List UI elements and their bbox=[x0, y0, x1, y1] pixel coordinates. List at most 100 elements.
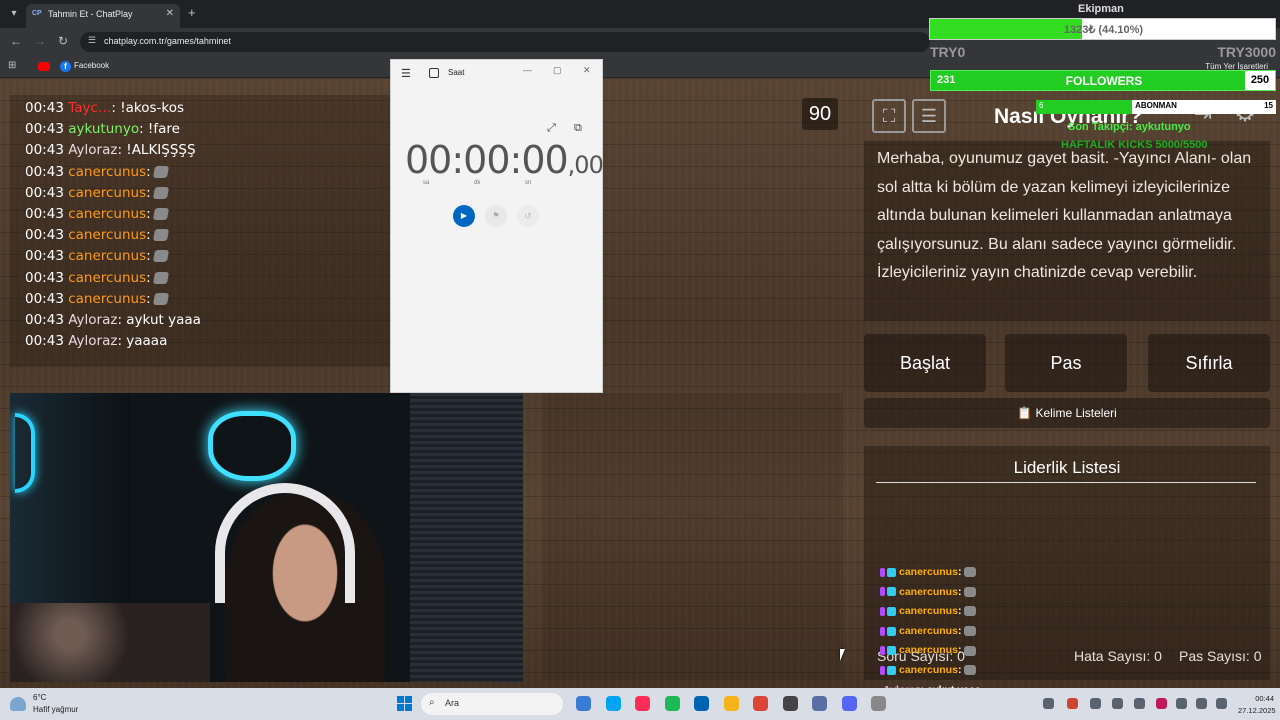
tray-app-icon[interactable] bbox=[1112, 698, 1123, 709]
overlay-chat-username: canercunus bbox=[899, 664, 958, 676]
lap-flag-button[interactable]: ⚑ bbox=[485, 205, 507, 227]
taskbar-search[interactable]: ⌕ Ara bbox=[421, 693, 563, 715]
chat-username[interactable]: canercunus bbox=[68, 248, 146, 264]
youtube-icon[interactable] bbox=[38, 62, 50, 71]
taskbar-app-icon[interactable] bbox=[723, 696, 739, 711]
chat-time: 00:43 bbox=[25, 333, 64, 350]
chat-message: 00:43 Ayloraz: aykut yaaa bbox=[25, 312, 201, 328]
chat-username[interactable]: Ayloraz bbox=[68, 333, 117, 349]
webcam-bed bbox=[10, 603, 210, 682]
badge-icon bbox=[887, 646, 896, 656]
overlay-chat-text: : bbox=[957, 566, 962, 578]
tray-app-icon[interactable] bbox=[1067, 698, 1078, 709]
emote-icon bbox=[152, 165, 169, 178]
reset-button[interactable]: Sıfırla bbox=[1148, 334, 1270, 392]
taskbar-app-icon[interactable] bbox=[694, 696, 709, 711]
stopwatch-ms: ,00 bbox=[567, 151, 604, 179]
chat-username[interactable]: Ayloraz bbox=[68, 312, 117, 328]
chat-text: : !ALKIŞŞŞŞ bbox=[117, 142, 196, 159]
pass-button[interactable]: Pas bbox=[1005, 334, 1127, 392]
taskbar-app-icon[interactable] bbox=[664, 696, 680, 711]
microphone-icon[interactable] bbox=[1176, 698, 1187, 709]
followers-bar: 231 FOLLOWERS 250 bbox=[930, 70, 1276, 91]
url-field[interactable]: ☰ chatplay.com.tr/games/tahminet bbox=[80, 32, 930, 52]
browser-tab[interactable]: CP Tahmin Et - ChatPlay ✕ bbox=[26, 4, 180, 28]
weather-temp[interactable]: 6°C bbox=[33, 693, 46, 702]
taskbar-app-icon[interactable] bbox=[871, 696, 886, 711]
clock-window[interactable]: ☰ Saat — ▢ ✕ ⤢ ⧉ 00:00:00,00 sa dk sn ▶ … bbox=[390, 59, 604, 393]
chat-username[interactable]: Ayloraz bbox=[68, 142, 117, 158]
badge-icon bbox=[887, 587, 896, 597]
sub-target: 15 bbox=[1264, 101, 1273, 110]
facebook-icon[interactable]: f bbox=[60, 61, 71, 72]
chat-username[interactable]: canercunus bbox=[68, 206, 146, 222]
tray-app-icon[interactable] bbox=[1134, 698, 1145, 709]
badge-icon bbox=[880, 646, 885, 656]
close-icon[interactable]: ✕ bbox=[583, 65, 591, 76]
unit-minutes: dk bbox=[474, 180, 481, 186]
taskbar-app-icon[interactable] bbox=[635, 696, 650, 711]
tray-app-icon[interactable] bbox=[1090, 698, 1101, 709]
menu-icon[interactable]: ☰ bbox=[401, 67, 411, 80]
taskbar-app-icon[interactable] bbox=[782, 696, 798, 711]
weekly-kicks: HAFTALIK KICKS 5000/5500 bbox=[1061, 139, 1208, 151]
keep-on-top-icon[interactable]: ⧉ bbox=[574, 122, 582, 135]
apps-grid-icon[interactable]: ⊞ bbox=[8, 60, 16, 71]
taskbar-app-icon[interactable] bbox=[812, 696, 827, 711]
start-button[interactable]: Başlat bbox=[864, 334, 986, 392]
url-text: chatplay.com.tr/games/tahminet bbox=[104, 36, 231, 46]
minimize-icon[interactable]: — bbox=[523, 65, 532, 75]
chat-username[interactable]: canercunus bbox=[68, 270, 146, 286]
goal-max: TRY3000 bbox=[1217, 44, 1276, 60]
stopwatch-main: 00:00:00 bbox=[405, 138, 569, 182]
expand-icon[interactable]: ⤢ bbox=[547, 122, 556, 135]
forward-icon[interactable]: → bbox=[34, 34, 46, 48]
clock-app-icon bbox=[429, 68, 439, 78]
maximize-icon[interactable]: ▢ bbox=[553, 65, 562, 76]
subscriber-bar: 6 ABONMAN 15 bbox=[1036, 100, 1276, 114]
goal-label: Ekipman bbox=[1078, 3, 1124, 15]
tray-app-icon[interactable] bbox=[1156, 698, 1167, 709]
chat-text: : !akos-kos bbox=[111, 100, 185, 116]
overlay-chat-text: : bbox=[957, 644, 962, 657]
reload-icon[interactable]: ↻ bbox=[58, 34, 68, 48]
taskbar-clock[interactable]: 00:44 27.12.2025 bbox=[1238, 693, 1276, 717]
chat-username[interactable]: canercunus bbox=[68, 227, 146, 243]
wifi-icon[interactable] bbox=[1216, 698, 1227, 709]
chatplay-favicon-icon: CP bbox=[32, 10, 42, 17]
chat-time: 00:43 bbox=[25, 206, 64, 222]
tab-title: Tahmin Et - ChatPlay bbox=[48, 9, 133, 19]
taskbar-app-icon[interactable] bbox=[576, 696, 591, 711]
new-tab-icon[interactable]: + bbox=[188, 5, 196, 20]
chat-username[interactable]: canercunus bbox=[68, 164, 146, 180]
windows-start-icon[interactable] bbox=[397, 696, 412, 711]
emote-icon bbox=[964, 606, 977, 617]
weather-condition[interactable]: Hafif yağmur bbox=[33, 705, 78, 714]
notes-icon[interactable]: ☰ bbox=[912, 99, 946, 133]
site-info-icon[interactable]: ☰ bbox=[88, 35, 96, 46]
back-icon[interactable]: ← bbox=[10, 34, 22, 48]
chat-username[interactable]: Tayc… bbox=[68, 100, 111, 116]
weather-icon[interactable] bbox=[10, 697, 26, 711]
fullscreen-icon[interactable]: ⛶ bbox=[872, 99, 906, 133]
word-lists-button[interactable]: 📋 Kelime Listeleri bbox=[864, 398, 1270, 428]
clock-date: 27.12.2025 bbox=[1238, 706, 1276, 715]
overlay-chat-username: canercunus bbox=[899, 644, 958, 657]
chat-username[interactable]: canercunus bbox=[68, 185, 146, 201]
close-tab-icon[interactable]: ✕ bbox=[166, 8, 174, 19]
taskbar-app-icon[interactable] bbox=[753, 696, 768, 711]
chat-username[interactable]: canercunus bbox=[68, 291, 146, 307]
badge-icon bbox=[880, 587, 885, 597]
bookmark-facebook[interactable]: Facebook bbox=[74, 61, 109, 70]
taskbar-app-icon[interactable] bbox=[605, 696, 621, 711]
tray-app-icon[interactable] bbox=[1043, 698, 1054, 709]
chat-username[interactable]: aykutunyo bbox=[68, 121, 139, 137]
volume-icon[interactable] bbox=[1196, 698, 1207, 709]
chat-message: 00:43 aykutunyo: !fare bbox=[25, 121, 180, 137]
reset-stopwatch-button[interactable]: ↺ bbox=[517, 205, 539, 227]
start-stopwatch-button[interactable]: ▶ bbox=[453, 205, 475, 227]
taskbar-app-icon[interactable] bbox=[841, 696, 857, 711]
chat-text: : !fare bbox=[139, 121, 180, 138]
tab-search-icon[interactable]: ▾ bbox=[6, 6, 22, 22]
emote-icon bbox=[152, 250, 169, 263]
